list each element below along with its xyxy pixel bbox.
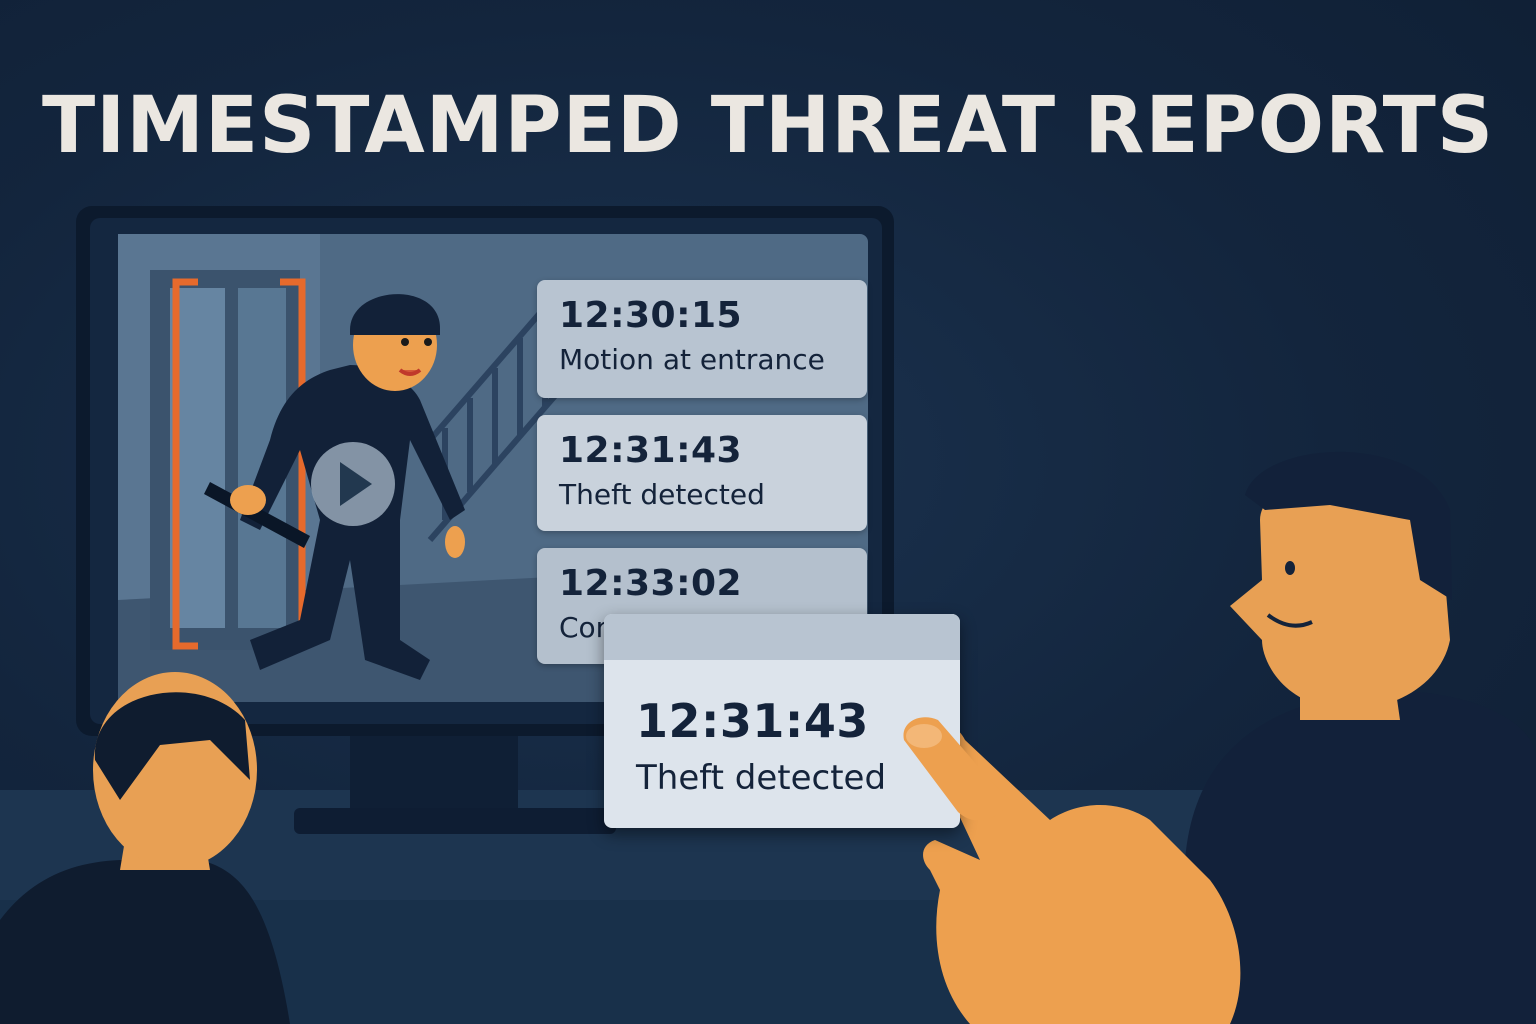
event-label: Motion at entrance: [559, 343, 825, 376]
event-time: 12:31:43: [559, 430, 743, 471]
monitor-stand-base: [294, 808, 616, 834]
selected-event-popup[interactable]: 12:31:43 Theft detected: [604, 614, 960, 828]
event-label: Theft detected: [559, 478, 765, 511]
event-time: 12:30:15: [559, 295, 743, 336]
popup-time: 12:31:43: [636, 694, 869, 748]
popup-label: Theft detected: [636, 758, 887, 798]
event-card[interactable]: 12:31:43 Theft detected: [537, 415, 867, 531]
popup-header-bar: [604, 614, 960, 660]
monitor-stand-neck: [350, 736, 518, 810]
event-card[interactable]: 12:30:15 Motion at entrance: [537, 280, 867, 398]
event-time: 12:33:02: [559, 563, 743, 604]
play-button[interactable]: [311, 442, 395, 526]
